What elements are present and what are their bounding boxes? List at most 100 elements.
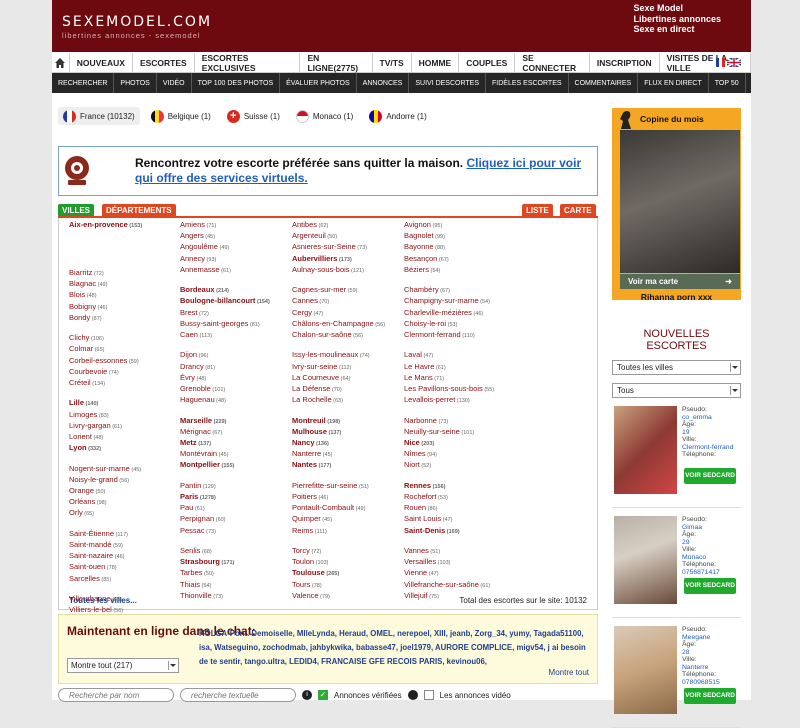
subnav-item[interactable]: VIDÉO bbox=[157, 73, 192, 93]
city-link[interactable]: Nantes (177) bbox=[292, 460, 402, 471]
city-link[interactable]: Corbeil-essonnes (59) bbox=[69, 356, 179, 367]
city-link[interactable]: Blagnac (49) bbox=[69, 279, 179, 290]
city-link[interactable]: Haguenau (48) bbox=[180, 395, 290, 406]
checkbox-video[interactable] bbox=[423, 690, 434, 700]
site-logo[interactable]: SEXEMODEL.COM bbox=[62, 14, 212, 30]
city-link[interactable]: Metz (137) bbox=[180, 438, 290, 449]
city-link[interactable]: Saint-mandé (59) bbox=[69, 540, 179, 551]
nav-item[interactable]: COUPLES bbox=[459, 53, 516, 72]
city-link[interactable]: Ivry-sur-seine (112) bbox=[292, 362, 402, 373]
city-link[interactable]: Rennes (156) bbox=[404, 481, 514, 492]
nav-item[interactable]: HOMME bbox=[412, 53, 460, 72]
city-link[interactable]: Toulouse (265) bbox=[292, 568, 402, 579]
country-andorre[interactable]: Andorre (1) bbox=[364, 107, 431, 125]
city-link[interactable]: La Courneuve (64) bbox=[292, 373, 402, 384]
city-link[interactable]: Poitiers (46) bbox=[292, 492, 402, 503]
header-link[interactable]: Libertines annonces bbox=[633, 14, 721, 25]
city-link[interactable]: Angers (45) bbox=[180, 231, 290, 242]
city-link[interactable]: Torcy (72) bbox=[292, 546, 402, 557]
city-link[interactable]: La Défense (70) bbox=[292, 384, 402, 395]
city-link[interactable]: Montévrain (45) bbox=[180, 449, 290, 460]
city-link[interactable]: Sarcelles (85) bbox=[69, 574, 179, 585]
city-link[interactable]: Valence (79) bbox=[292, 591, 402, 602]
city-link[interactable]: Créteil (134) bbox=[69, 378, 179, 389]
city-link[interactable]: Strasbourg (171) bbox=[180, 557, 290, 568]
country-monaco[interactable]: Monaco (1) bbox=[291, 107, 358, 125]
city-link[interactable]: Nogent-sur-marne (45) bbox=[69, 464, 179, 475]
city-link[interactable]: Aulnay-sous-bois (121) bbox=[292, 265, 402, 276]
city-link[interactable]: Laval (47) bbox=[404, 350, 514, 361]
sedcard-button[interactable]: VOIR SEDCARD bbox=[684, 578, 736, 594]
subnav-item[interactable]: RECHERCHER bbox=[52, 73, 115, 93]
copine-name[interactable]: Rihanna porn xxx bbox=[612, 292, 741, 300]
city-link[interactable]: Saint Louis (47) bbox=[404, 514, 514, 525]
city-link[interactable]: Pau (61) bbox=[180, 503, 290, 514]
escort-pseudo[interactable]: co_emma bbox=[682, 414, 712, 421]
city-link[interactable]: Montreuil (198) bbox=[292, 416, 402, 427]
city-link[interactable]: Saint-Denis (169) bbox=[404, 526, 514, 537]
city-link[interactable]: Saint-Étienne (117) bbox=[69, 529, 179, 540]
city-link[interactable]: Boulogne-billancourt (154) bbox=[180, 296, 290, 307]
city-link[interactable]: Niort (52) bbox=[404, 460, 514, 471]
escort-photo[interactable] bbox=[614, 406, 677, 494]
city-link[interactable]: Neuilly-sur-seine (101) bbox=[404, 427, 514, 438]
city-link[interactable]: Asnieres-sur-Seine (73) bbox=[292, 242, 402, 253]
subnav-item[interactable]: TOP 100 DES PHOTOS bbox=[192, 73, 281, 93]
nav-item[interactable]: NOUVEAUX bbox=[70, 53, 133, 72]
city-link[interactable]: Dijon (96) bbox=[180, 350, 290, 361]
escort-pseudo[interactable]: Gimaa bbox=[682, 524, 702, 531]
online-filter-select[interactable]: Montre tout (217) bbox=[67, 658, 179, 673]
subnav-item[interactable]: PHOTOS bbox=[114, 73, 157, 93]
city-link[interactable]: Issy-les-moulineaux (74) bbox=[292, 350, 402, 361]
subnav-item[interactable]: ANNONCES bbox=[357, 73, 410, 93]
city-link[interactable]: Bayonne (88) bbox=[404, 242, 514, 253]
city-link[interactable]: Nice (203) bbox=[404, 438, 514, 449]
sedcard-button[interactable]: VOIR SEDCARD bbox=[684, 468, 736, 484]
city-link[interactable]: Quimper (45) bbox=[292, 514, 402, 525]
city-link[interactable]: Charleville-mézières (46) bbox=[404, 308, 514, 319]
subnav-item[interactable]: SUIVI DESCORTES bbox=[409, 73, 487, 93]
city-link[interactable]: Bordeaux (214) bbox=[180, 285, 290, 296]
city-link[interactable]: Montpellier (155) bbox=[180, 460, 290, 471]
info-icon[interactable]: i bbox=[302, 690, 312, 700]
city-link[interactable]: Bondy (87) bbox=[69, 313, 179, 324]
city-link[interactable]: Rochefort (53) bbox=[404, 492, 514, 503]
city-link[interactable]: Paris (1278) bbox=[180, 492, 290, 503]
copine-photo[interactable] bbox=[620, 130, 740, 273]
subnav-item[interactable]: COMMENTAIRES bbox=[569, 73, 639, 93]
country-france[interactable]: France (10132) bbox=[58, 107, 140, 125]
city-link[interactable]: Argenteuil (50) bbox=[292, 231, 402, 242]
flag-fr-icon[interactable] bbox=[716, 58, 725, 67]
city-link[interactable]: Amiens (71) bbox=[180, 220, 290, 231]
city-link[interactable]: Mulhouse (137) bbox=[292, 427, 402, 438]
city-link[interactable]: Caen (113) bbox=[180, 330, 290, 341]
city-link[interactable]: Saint-nazaire (46) bbox=[69, 551, 179, 562]
city-link[interactable]: Clermont-ferrand (110) bbox=[404, 330, 514, 341]
nav-item[interactable]: ESCORTES bbox=[133, 53, 195, 72]
city-link[interactable]: Pierrefitte-sur-seine (51) bbox=[292, 481, 402, 492]
city-link[interactable]: Noisy-le-grand (56) bbox=[69, 475, 179, 486]
city-link[interactable]: Avignon (95) bbox=[404, 220, 514, 231]
city-select[interactable]: Toutes les villes bbox=[612, 360, 741, 375]
city-link[interactable]: Le Mans (71) bbox=[404, 373, 514, 384]
city-link[interactable]: Colmar (65) bbox=[69, 344, 179, 355]
city-link[interactable]: Mérignac (67) bbox=[180, 427, 290, 438]
header-link[interactable]: Sexe Model bbox=[633, 3, 721, 14]
city-link[interactable]: Nanterre (45) bbox=[292, 449, 402, 460]
country-suisse[interactable]: + Suisse (1) bbox=[222, 107, 285, 125]
city-link[interactable]: Pontault-Combault (49) bbox=[292, 503, 402, 514]
subnav-item[interactable]: ÉVALUER PHOTOS bbox=[280, 73, 357, 93]
sedcard-button[interactable]: VOIR SEDCARD bbox=[684, 688, 736, 704]
escort-phone[interactable]: 0756871417 bbox=[682, 569, 720, 576]
city-link[interactable]: Lille (140) bbox=[69, 398, 179, 409]
city-link[interactable]: Levallois-perret (130) bbox=[404, 395, 514, 406]
city-link[interactable]: Narbonne (73) bbox=[404, 416, 514, 427]
subnav-item[interactable]: TOP 50 bbox=[709, 73, 746, 93]
city-link[interactable]: Tarbes (50) bbox=[180, 568, 290, 579]
subnav-item[interactable]: FLUX EN DIRECT bbox=[638, 73, 709, 93]
city-link[interactable]: Pessac (73) bbox=[180, 526, 290, 537]
city-link[interactable]: Tours (78) bbox=[292, 580, 402, 591]
city-link[interactable]: Livry-gargan (61) bbox=[69, 421, 179, 432]
city-link[interactable]: Cagnes-sur-mer (59) bbox=[292, 285, 402, 296]
city-link[interactable]: Vienne (47) bbox=[404, 568, 514, 579]
